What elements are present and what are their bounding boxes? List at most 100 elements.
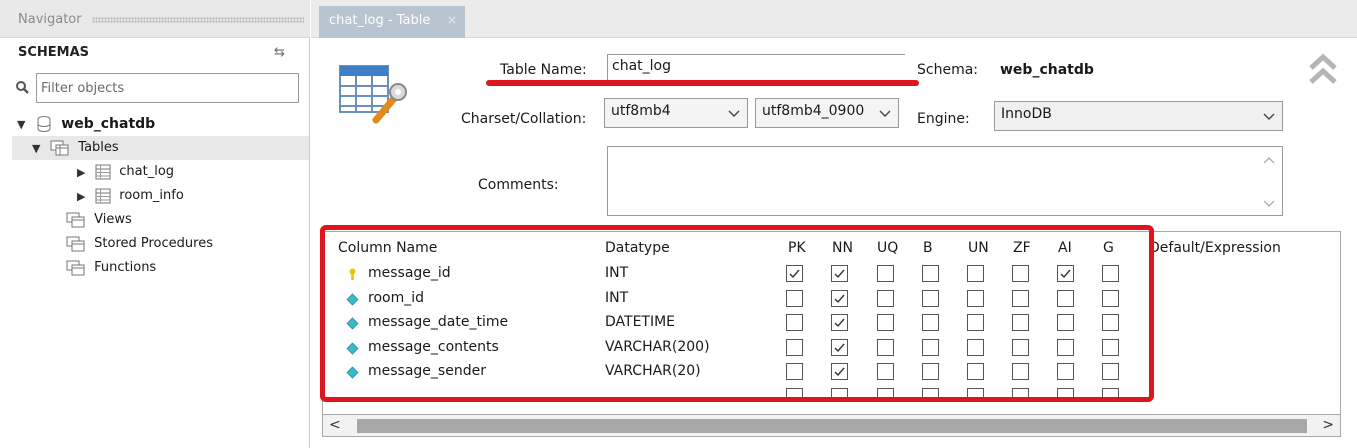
table-row[interactable]: message_sender VARCHAR(20) [336,361,1146,385]
header-g[interactable]: G [1103,240,1114,256]
datatype-cell[interactable]: INT [605,290,628,306]
checkbox-un[interactable] [967,314,984,331]
checkbox-ai[interactable] [1057,265,1074,282]
expand-arrow-icon[interactable]: ▶ [77,185,91,209]
checkbox-b[interactable] [922,265,939,282]
new-column-row[interactable] [336,386,1146,402]
refresh-icon[interactable]: ⇆ [274,45,285,60]
table-row[interactable]: room_id INT [336,288,1146,312]
checkbox-uq[interactable] [877,338,894,356]
expand-arrow-icon[interactable]: ▶ [77,161,91,185]
checkbox-nn[interactable] [831,265,848,282]
checkbox-uq[interactable] [877,363,894,380]
tree-item-table-room-info[interactable]: ▶ room_info [77,184,184,208]
checkbox-g[interactable] [1102,265,1119,282]
scroll-up-icon[interactable] [1263,155,1275,165]
collation-select[interactable]: utf8mb4_0900 [755,98,899,128]
checkbox-b[interactable] [922,387,939,402]
column-name-cell[interactable]: message_date_time [368,314,508,330]
checkbox-uq[interactable] [877,387,894,402]
header-b[interactable]: B [923,240,933,256]
checkbox-uq[interactable] [877,314,894,331]
checkbox-pk[interactable] [786,289,803,307]
tab-chat-log-table[interactable]: chat_log - Table × [319,6,465,38]
tree-item-views[interactable]: Views [66,208,132,232]
table-row[interactable]: message_date_time DATETIME [336,312,1146,336]
filter-objects-input[interactable] [36,73,299,103]
checkbox-g[interactable] [1102,289,1119,307]
checkbox-g[interactable] [1102,338,1119,356]
column-name-cell[interactable]: message_sender [368,363,486,379]
scroll-right-icon[interactable]: > [1322,417,1334,433]
datatype-cell[interactable]: DATETIME [605,314,675,330]
datatype-cell[interactable]: VARCHAR(20) [605,363,701,379]
header-pk[interactable]: PK [788,240,806,256]
tree-item-stored-procedures[interactable]: Stored Procedures [66,232,213,256]
checkbox-g[interactable] [1102,314,1119,331]
checkbox-zf[interactable] [1012,314,1029,331]
expand-arrow-icon[interactable]: ▼ [17,113,31,137]
checkbox-b[interactable] [922,289,939,307]
checkbox-nn[interactable] [831,314,848,331]
comments-textarea[interactable] [612,151,1252,211]
checkbox-g[interactable] [1102,387,1119,402]
header-column-name[interactable]: Column Name [338,240,437,256]
checkbox-zf[interactable] [1012,387,1029,402]
header-un[interactable]: UN [968,240,989,256]
checkbox-un[interactable] [967,387,984,402]
checkbox-un[interactable] [967,338,984,356]
checkbox-ai[interactable] [1057,338,1074,356]
checkbox-pk[interactable] [786,338,803,356]
header-default-expression[interactable]: Default/Expression [1149,240,1281,256]
charset-select[interactable]: utf8mb4 [604,98,748,128]
checkbox-zf[interactable] [1012,289,1029,307]
double-chevron-up-icon[interactable] [1307,52,1339,86]
column-name-cell[interactable]: room_id [368,290,424,306]
scrollbar-thumb[interactable] [357,419,1307,433]
checkbox-uq[interactable] [877,265,894,282]
table-name-input[interactable]: chat_log [607,54,905,82]
engine-select[interactable]: InnoDB [994,101,1283,131]
checkbox-nn[interactable] [831,363,848,380]
datatype-cell[interactable]: VARCHAR(200) [605,339,710,355]
column-name-cell[interactable]: message_id [368,265,451,281]
checkbox-ai[interactable] [1057,314,1074,331]
checkbox-pk[interactable] [786,363,803,380]
close-icon[interactable]: × [447,13,457,27]
checkbox-b[interactable] [922,363,939,380]
checkbox-nn[interactable] [831,338,848,356]
header-datatype[interactable]: Datatype [605,240,670,256]
checkbox-pk[interactable] [786,387,803,402]
tree-item-functions[interactable]: Functions [66,256,156,280]
checkbox-un[interactable] [967,363,984,380]
checkbox-un[interactable] [967,265,984,282]
checkbox-b[interactable] [922,338,939,356]
checkbox-nn[interactable] [831,289,848,307]
header-nn[interactable]: NN [832,240,853,256]
checkbox-b[interactable] [922,314,939,331]
checkbox-zf[interactable] [1012,265,1029,282]
checkbox-ai[interactable] [1057,289,1074,307]
checkbox-zf[interactable] [1012,338,1029,356]
checkbox-pk[interactable] [786,314,803,331]
expand-arrow-icon[interactable]: ▼ [32,137,46,161]
header-ai[interactable]: AI [1058,240,1072,256]
tree-item-table-chat-log[interactable]: ▶ chat_log [77,160,174,184]
checkbox-g[interactable] [1102,363,1119,380]
tree-item-database[interactable]: ▼ web_chatdb [17,112,155,136]
checkbox-un[interactable] [967,289,984,307]
checkbox-pk[interactable] [786,265,803,282]
header-uq[interactable]: UQ [877,240,898,256]
column-name-cell[interactable]: message_contents [368,339,499,355]
navigator-drag-grip[interactable] [92,17,304,23]
checkbox-uq[interactable] [877,289,894,307]
checkbox-ai[interactable] [1057,387,1074,402]
horizontal-scrollbar[interactable]: < > [322,415,1341,437]
table-row[interactable]: message_id INT [336,263,1146,287]
datatype-cell[interactable]: INT [605,265,628,281]
scroll-down-icon[interactable] [1263,199,1275,209]
table-row[interactable]: message_contents VARCHAR(200) [336,337,1146,361]
checkbox-nn[interactable] [831,387,848,402]
scroll-left-icon[interactable]: < [329,417,341,433]
checkbox-ai[interactable] [1057,363,1074,380]
